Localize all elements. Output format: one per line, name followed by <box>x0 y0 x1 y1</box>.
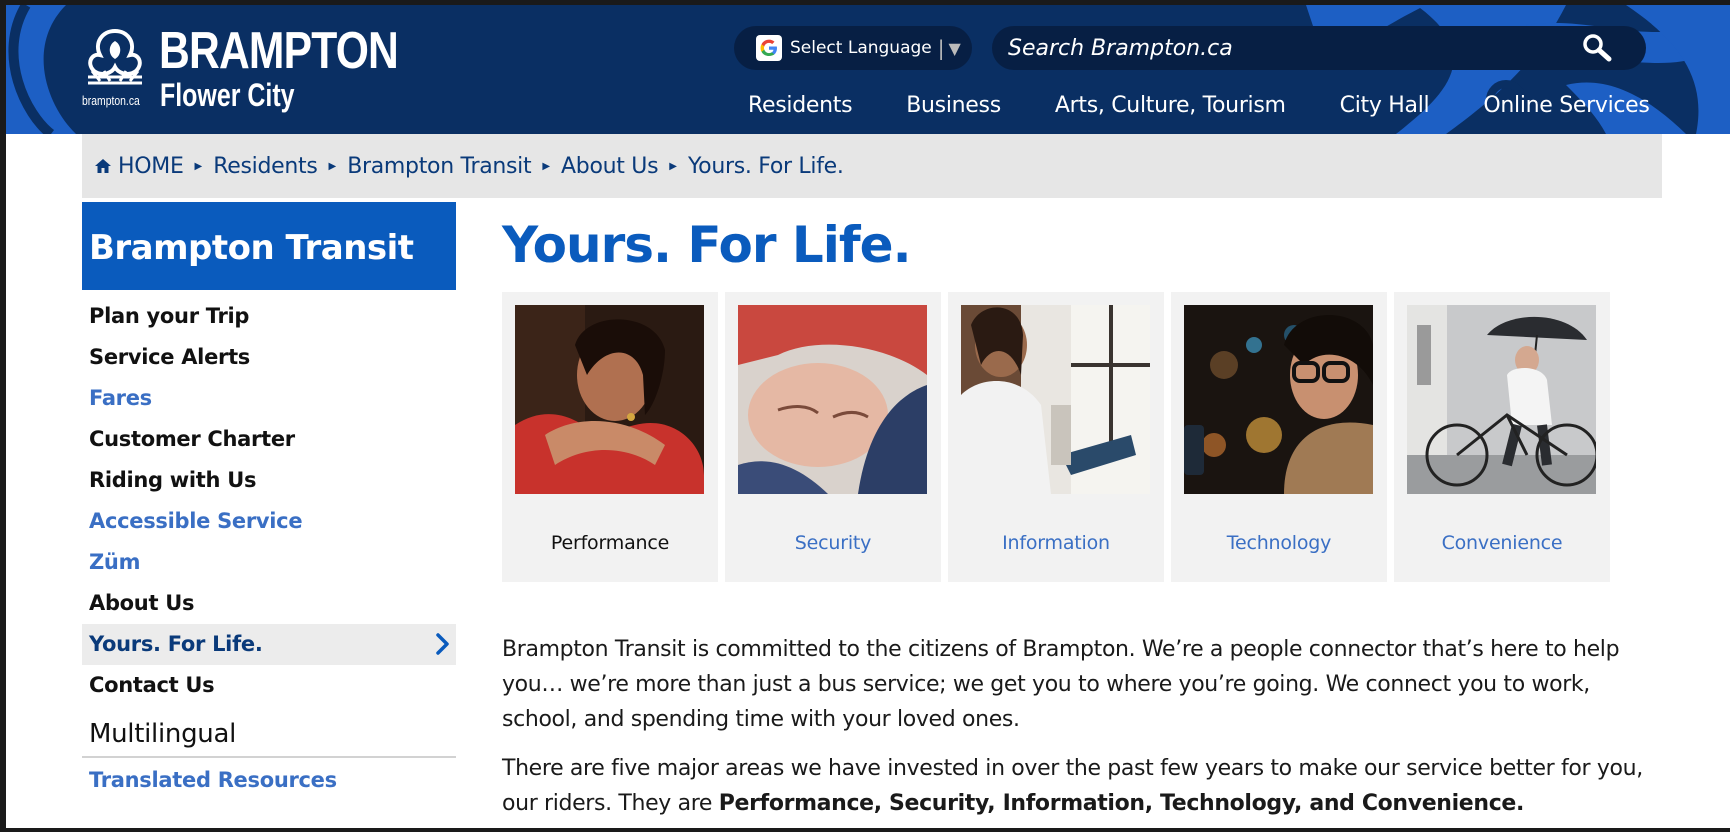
intro-paragraph-2-bold: Performance, Security, Information, Tech… <box>718 791 1525 816</box>
nav-residents[interactable]: Residents <box>748 93 853 133</box>
feature-cards: Performance Security Information Technol… <box>502 292 1617 582</box>
sidebar-title[interactable]: Brampton Transit <box>82 202 456 290</box>
site-search <box>992 26 1646 70</box>
technology-image <box>1184 305 1373 494</box>
logo-tagline: Flower City <box>160 77 295 113</box>
breadcrumb-current[interactable]: Yours. For Life. <box>688 154 844 179</box>
security-image <box>738 305 927 494</box>
breadcrumb-separator-icon: ▶ <box>542 160 551 172</box>
sidebar-item-riding-with-us[interactable]: Riding with Us <box>82 460 456 501</box>
information-image <box>961 305 1150 494</box>
chevron-right-icon <box>436 633 449 655</box>
logo-city-name: BRAMPTON <box>159 22 399 80</box>
search-input[interactable] <box>1008 30 1568 66</box>
sidebar-item-label: Yours. For Life. <box>89 632 263 656</box>
card-convenience[interactable]: Convenience <box>1394 292 1610 582</box>
card-security[interactable]: Security <box>725 292 941 582</box>
sidebar-item-fares[interactable]: Fares <box>82 378 456 419</box>
sidebar-item-customer-charter[interactable]: Customer Charter <box>82 419 456 460</box>
breadcrumb-residents[interactable]: Residents <box>213 154 318 179</box>
intro-text: Brampton Transit is committed to the cit… <box>502 632 1652 828</box>
search-button[interactable] <box>1572 30 1622 66</box>
breadcrumb: HOME ▶ Residents ▶ Brampton Transit ▶ Ab… <box>82 134 1662 198</box>
search-icon <box>1583 34 1612 62</box>
card-performance[interactable]: Performance <box>502 292 718 582</box>
card-label-security: Security <box>794 532 872 554</box>
language-separator: | <box>937 36 945 60</box>
breadcrumb-separator-icon: ▶ <box>328 160 337 172</box>
card-label-technology: Technology <box>1226 532 1332 554</box>
sidebar-item-zum[interactable]: Züm <box>82 542 456 583</box>
home-icon[interactable] <box>94 157 112 175</box>
sidebar-section-multilingual: Multilingual <box>89 719 237 749</box>
browser-frame: BRAMPTON brampton.ca Flower City Select … <box>0 0 1730 832</box>
sidebar-item-yours-for-life[interactable]: Yours. For Life. <box>82 624 456 665</box>
main-navigation: Residents Business Arts, Culture, Touris… <box>748 93 1650 133</box>
select-language-dropdown[interactable]: Select Language | ▼ <box>734 26 972 70</box>
card-information[interactable]: Information <box>948 292 1164 582</box>
flower-logo-icon <box>88 28 142 85</box>
site-header: BRAMPTON brampton.ca Flower City Select … <box>6 5 1730 134</box>
google-g-icon <box>756 35 782 61</box>
nav-arts-culture-tourism[interactable]: Arts, Culture, Tourism <box>1055 93 1286 133</box>
section-sidebar: Brampton Transit Plan your Trip Service … <box>82 202 456 801</box>
sidebar-menu: Plan your Trip Service Alerts Fares Cust… <box>82 296 456 706</box>
nav-online-services[interactable]: Online Services <box>1483 93 1650 133</box>
sidebar-item-plan-your-trip[interactable]: Plan your Trip <box>82 296 456 337</box>
page-title: Yours. For Life. <box>502 216 912 274</box>
performance-image <box>515 305 704 494</box>
intro-paragraph-1: Brampton Transit is committed to the cit… <box>502 637 1620 732</box>
breadcrumb-brampton-transit[interactable]: Brampton Transit <box>347 154 531 179</box>
convenience-image <box>1407 305 1596 494</box>
card-technology[interactable]: Technology <box>1171 292 1387 582</box>
breadcrumb-home[interactable]: HOME <box>118 154 184 179</box>
breadcrumb-separator-icon: ▶ <box>669 160 677 172</box>
sidebar-item-translated-resources[interactable]: Translated Resources <box>82 760 456 801</box>
sidebar-item-accessible-service[interactable]: Accessible Service <box>82 501 456 542</box>
breadcrumb-separator-icon: ▶ <box>194 160 203 172</box>
card-label-information: Information <box>1002 532 1110 554</box>
sidebar-item-contact-us[interactable]: Contact Us <box>82 665 456 706</box>
main-content: Yours. For Life. Performance Security In… <box>502 202 1662 816</box>
sidebar-item-about-us[interactable]: About Us <box>82 583 456 624</box>
breadcrumb-about-us[interactable]: About Us <box>561 154 659 179</box>
select-language-label: Select Language <box>790 38 932 58</box>
caret-down-icon: ▼ <box>948 38 961 58</box>
nav-city-hall[interactable]: City Hall <box>1340 93 1430 133</box>
intro-paragraph-2: There are five major areas we have inves… <box>502 751 1652 821</box>
nav-business[interactable]: Business <box>906 93 1001 133</box>
sidebar-divider <box>82 756 456 758</box>
card-label-convenience: Convenience <box>1441 532 1563 554</box>
card-label-performance: Performance <box>550 532 670 554</box>
logo-url: brampton.ca <box>82 93 140 108</box>
sidebar-item-service-alerts[interactable]: Service Alerts <box>82 337 456 378</box>
brampton-logo[interactable]: BRAMPTON brampton.ca Flower City <box>82 23 399 115</box>
